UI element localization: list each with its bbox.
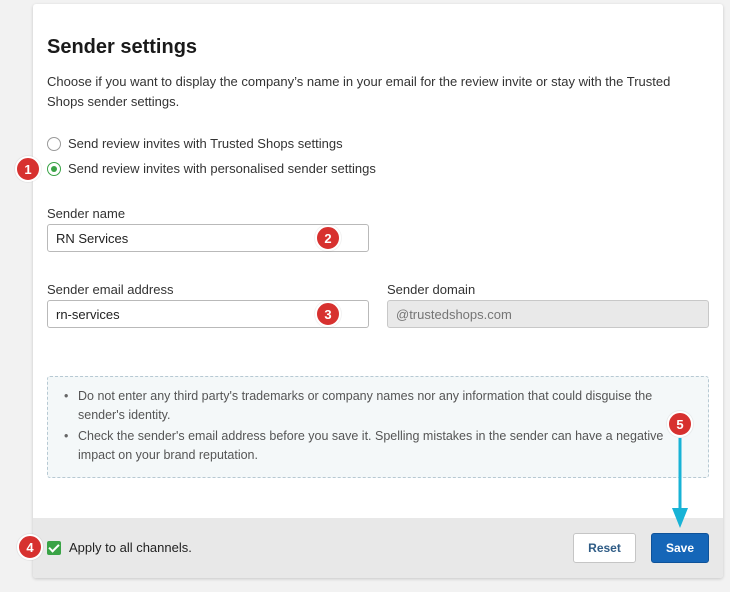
sender-domain-input	[387, 300, 709, 328]
annotation-badge-4: 4	[17, 534, 43, 560]
panel-title: Sender settings	[47, 36, 198, 58]
annotation-arrow-down-icon	[672, 438, 688, 528]
radio-button-checked[interactable]	[47, 161, 61, 176]
annotation-badge-2: 2	[315, 225, 341, 251]
apply-all-channels-checkbox[interactable]: Apply to all channels.	[47, 540, 192, 555]
radio-trusted-shops-settings[interactable]: Send review invites with Trusted Shops s…	[47, 136, 343, 151]
reset-button[interactable]: Reset	[573, 533, 636, 563]
annotation-badge-5: 5	[667, 411, 693, 437]
save-button[interactable]: Save	[651, 533, 709, 563]
radio-button-unchecked[interactable]	[47, 136, 61, 151]
sender-settings-panel: Sender settings Choose if you want to di…	[33, 4, 723, 578]
info-list: Do not enter any third party's trademark…	[48, 377, 708, 465]
info-item-trademarks: Do not enter any third party's trademark…	[64, 387, 694, 425]
annotation-badge-3: 3	[315, 301, 341, 327]
apply-all-channels-label: Apply to all channels.	[69, 540, 192, 555]
radio-personalised-sender-settings[interactable]: Send review invites with personalised se…	[47, 161, 376, 176]
panel-footer: Apply to all channels. Reset Save	[33, 518, 723, 578]
radio-label-trusted: Send review invites with Trusted Shops s…	[68, 136, 343, 151]
panel-description: Choose if you want to display the compan…	[47, 74, 671, 109]
annotation-badge-1: 1	[15, 156, 41, 182]
sender-name-label: Sender name	[47, 206, 126, 221]
info-notice-box: Do not enter any third party's trademark…	[47, 376, 709, 478]
info-item-spelling: Check the sender's email address before …	[64, 427, 694, 465]
radio-label-personalised: Send review invites with personalised se…	[68, 161, 376, 176]
checkbox-checked-icon[interactable]	[47, 540, 61, 555]
sender-email-label: Sender email address	[47, 282, 174, 297]
sender-domain-label: Sender domain	[387, 282, 476, 297]
